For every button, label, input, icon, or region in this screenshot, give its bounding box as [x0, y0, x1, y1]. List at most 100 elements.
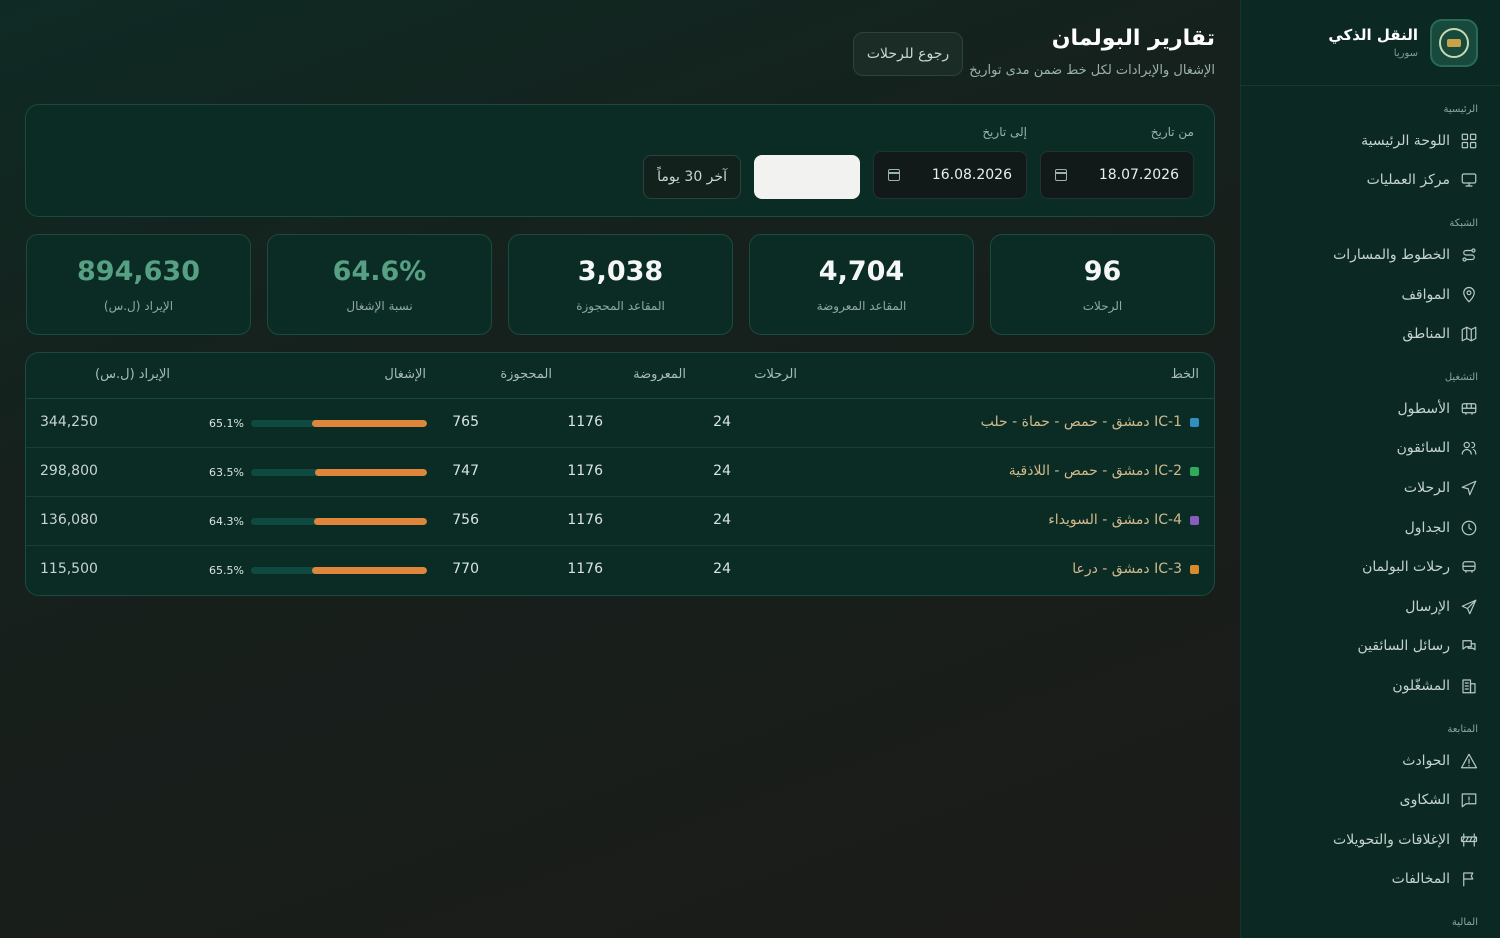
sidebar-item[interactable]: الإرسال [1241, 587, 1500, 627]
chat-icon [1460, 637, 1478, 655]
revenue-value: 115,500 [40, 561, 98, 577]
sidebar-nav: الرئيسية اللوحة الرئيسية مركز العمليات الشب… [1241, 104, 1500, 928]
sidebar-item-label: مركز العمليات [1366, 172, 1450, 189]
nav-section-title: المتابعة [1447, 723, 1478, 735]
stat-label: المقاعد المحجوزة [576, 299, 665, 313]
line-color-swatch [1190, 466, 1199, 476]
line-cell: IC-4 دمشق - السويداء [1048, 512, 1199, 528]
sidebar-item[interactable]: المناطق [1241, 314, 1500, 354]
last-30-days-button[interactable]: آخر 30 يوماً [643, 155, 741, 199]
sidebar-item[interactable]: اللوحة الرئيسية [1241, 121, 1500, 161]
booked-value: 756 [452, 512, 479, 528]
brand: النقل الذكي سوريا [1241, 0, 1500, 86]
sidebar-item-label: الإرسال [1405, 598, 1450, 615]
sidebar-item-label: الخطوط والمسارات [1333, 246, 1450, 263]
stat-label: الرحلات [1082, 299, 1123, 313]
date-filter-card: من تاريخ 18.07.2026 إلى تاريخ 16.08.2026… [25, 104, 1215, 217]
stat-value: 3,038 [577, 256, 664, 287]
stat-card: 894,630 الإيراد (ل.س) [26, 234, 251, 335]
offered-value: 1176 [567, 512, 603, 528]
line-cell: IC-2 دمشق - حمص - اللاذقية [1009, 463, 1199, 479]
offered-value: 1176 [567, 414, 603, 430]
offered-value: 1176 [567, 463, 603, 479]
stat-card: 96 الرحلات [990, 234, 1215, 335]
sidebar-item[interactable]: الجداول [1241, 508, 1500, 548]
sidebar-item-label: المشغّلون [1392, 677, 1450, 694]
revenue-value: 344,250 [40, 414, 98, 430]
col-revenue: الإيراد (ل.س) [95, 367, 170, 382]
trips-value: 24 [713, 512, 731, 528]
occupancy-bar-fill [311, 567, 427, 574]
sidebar-item-label: المناطق [1402, 326, 1450, 343]
map-icon [1460, 325, 1478, 343]
bus-icon [1460, 400, 1478, 418]
alert-triangle-icon [1460, 752, 1478, 770]
table-row[interactable]: IC-4 دمشق - السويداء 24 1176 756 64.3% 1… [26, 497, 1214, 546]
message-alert-icon [1460, 791, 1478, 809]
table-row[interactable]: IC-2 دمشق - حمص - اللاذقية 24 1176 747 6… [26, 448, 1214, 497]
sidebar-item[interactable]: مركز العمليات [1241, 161, 1500, 201]
stat-card: 4,704 المقاعد المعروضة [749, 234, 974, 335]
sidebar-item[interactable]: الخطوط والمسارات [1241, 235, 1500, 275]
line-color-swatch [1190, 417, 1199, 427]
stat-label: الإيراد (ل.س) [103, 299, 174, 313]
to-date-input[interactable]: 16.08.2026 [873, 151, 1027, 199]
main-content: تقارير البولمان الإشغال والإيرادات لكل خ… [25, 0, 1215, 596]
calendar-icon[interactable] [888, 169, 900, 181]
sidebar-item-label: الأسطول [1397, 400, 1451, 417]
sidebar-item[interactable]: رحلات البولمان [1241, 547, 1500, 587]
sidebar-item[interactable]: الشكاوى [1241, 780, 1500, 820]
from-date-value: 18.07.2026 [1098, 167, 1179, 183]
occupancy-percent: 63.5% [209, 466, 244, 479]
page-header: تقارير البولمان الإشغال والإيرادات لكل خ… [25, 0, 1215, 104]
col-offered: المعروضة [633, 367, 686, 382]
nav-section-title: المالية [1451, 917, 1478, 929]
nav-section-title: التشغيل [1444, 371, 1478, 383]
stat-value: 64.6% [332, 256, 427, 287]
from-date-label: من تاريخ [1150, 125, 1194, 139]
building-icon [1460, 677, 1478, 695]
sidebar-item[interactable]: المشغّلون [1241, 666, 1500, 706]
sidebar-item[interactable]: الأسطول [1241, 389, 1500, 429]
table-row[interactable]: IC-3 دمشق - درعا 24 1176 770 65.5% 115,5… [26, 546, 1214, 595]
offered-value: 1176 [567, 561, 603, 577]
stat-label: المقاعد المعروضة [816, 299, 907, 313]
sidebar-item[interactable]: المواقف [1241, 275, 1500, 315]
line-name: IC-3 دمشق - درعا [1072, 561, 1182, 577]
occupancy-bar [251, 567, 427, 574]
brand-title: النقل الذكي [1328, 26, 1418, 44]
trips-value: 24 [713, 414, 731, 430]
from-date-input[interactable]: 18.07.2026 [1040, 151, 1194, 199]
calendar-icon[interactable] [1055, 169, 1067, 181]
page-title: تقارير البولمان [1051, 26, 1215, 51]
table-row[interactable]: IC-1 دمشق - حمص - حماة - حلب 24 1176 765… [26, 399, 1214, 448]
occupancy-percent: 65.5% [209, 564, 244, 577]
map-pin-icon [1460, 286, 1478, 304]
sidebar-item-label: الحوادث [1402, 752, 1450, 769]
stat-value: 4,704 [818, 256, 905, 287]
brand-subtitle: سوريا [1393, 48, 1418, 59]
occupancy-bar [251, 420, 427, 427]
sidebar-item[interactable]: الرحلات [1241, 468, 1500, 508]
sidebar-item[interactable]: المخالفات [1241, 860, 1500, 900]
flag-icon [1460, 870, 1478, 888]
occupancy-bar-fill [313, 518, 427, 525]
stat-card: 3,038 المقاعد المحجوزة [508, 234, 733, 335]
apply-filter-button[interactable] [754, 155, 860, 199]
sidebar-item[interactable]: الحوادث [1241, 741, 1500, 781]
stat-value: 894,630 [77, 256, 200, 287]
booked-value: 747 [452, 463, 479, 479]
users-icon [1460, 439, 1478, 457]
sidebar-item[interactable]: الإغلاقات والتحويلات [1241, 820, 1500, 860]
line-cell: IC-1 دمشق - حمص - حماة - حلب [981, 414, 1199, 430]
line-color-swatch [1190, 564, 1199, 574]
sidebar-item[interactable]: رسائل السائقين [1241, 627, 1500, 667]
stats-row: 96 الرحلات 4,704 المقاعد المعروضة 3,038 المقا… [25, 234, 1215, 335]
sidebar-item-label: الإغلاقات والتحويلات [1333, 831, 1450, 848]
sidebar-item[interactable]: السائقون [1241, 429, 1500, 469]
occupancy-percent: 64.3% [209, 515, 244, 528]
revenue-value: 136,080 [40, 512, 98, 528]
barrier-icon [1460, 831, 1478, 849]
stat-label: نسبة الإشغال [346, 299, 413, 313]
back-to-trips-button[interactable]: رجوع للرحلات [853, 32, 963, 76]
